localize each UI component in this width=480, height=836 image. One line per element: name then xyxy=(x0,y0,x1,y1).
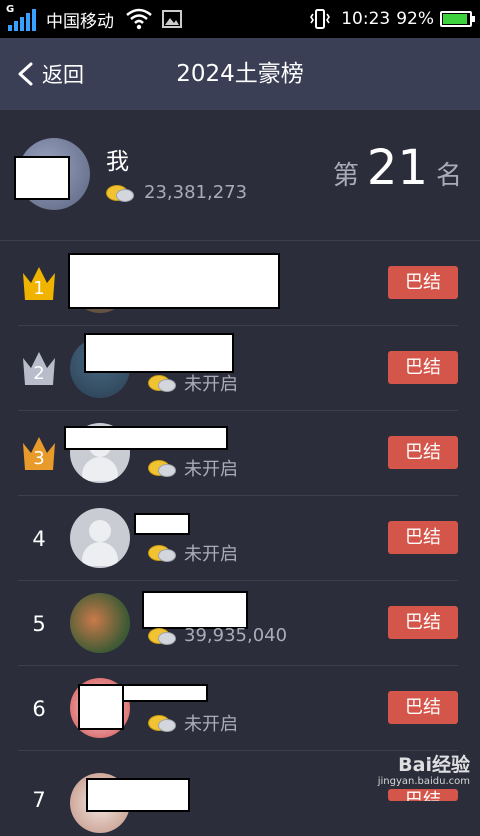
flatter-button[interactable]: 巴结 xyxy=(388,351,458,384)
rank-number: 4 xyxy=(32,526,46,551)
battery-percent: 92% xyxy=(396,9,434,29)
coins: 未开启 xyxy=(146,455,238,481)
rank-number: 1 xyxy=(33,277,45,299)
flatter-button[interactable]: 巴结 xyxy=(388,691,458,724)
default-avatar-icon[interactable] xyxy=(70,508,130,568)
my-rank-card: 我 23,381,273 第 21 名 xyxy=(0,110,480,241)
redaction-box xyxy=(142,591,248,629)
avatar[interactable] xyxy=(70,593,130,653)
redaction-box xyxy=(122,684,208,702)
rank-number: 6 xyxy=(32,696,46,721)
coin-icon xyxy=(146,459,176,477)
rank-number: 21 xyxy=(366,140,428,196)
list-item: 5 39,935,040 巴结 xyxy=(0,581,480,666)
rank-number: 2 xyxy=(33,362,45,384)
coins: 39,935,040 xyxy=(146,625,287,646)
list-item: 6 未开启 巴结 xyxy=(0,666,480,751)
my-rank: 第 21 名 xyxy=(333,140,462,196)
coins-value: 39,935,040 xyxy=(184,625,288,646)
image-notification-icon xyxy=(162,10,182,28)
status-bar: G 中国移动 10:23 92% xyxy=(0,0,480,38)
coins-value: 未开启 xyxy=(184,544,238,565)
coins: 未开启 xyxy=(146,370,238,396)
redaction-box xyxy=(68,253,280,309)
rank-number: 7 xyxy=(32,788,46,812)
coins-value: 未开启 xyxy=(184,459,238,480)
rank-suffix: 名 xyxy=(435,161,462,191)
flatter-button[interactable]: 巴结 xyxy=(388,436,458,469)
back-button[interactable]: 返回 xyxy=(16,38,84,110)
coin-icon xyxy=(104,184,134,202)
battery-icon xyxy=(440,11,475,27)
rank-number: 5 xyxy=(32,611,46,636)
carrier-name: 中国移动 xyxy=(46,11,114,32)
redaction-box xyxy=(64,426,228,450)
coin-icon xyxy=(146,627,176,645)
coins-value: 未开启 xyxy=(184,714,238,735)
redaction-box xyxy=(78,684,124,730)
flatter-button[interactable]: 巴结 xyxy=(388,521,458,554)
flatter-button[interactable]: 巴结 xyxy=(388,266,458,299)
rank-number: 3 xyxy=(33,447,45,469)
my-coins: 23,381,273 xyxy=(104,182,247,203)
clock: 10:23 xyxy=(341,9,391,29)
redaction-box xyxy=(134,513,190,535)
coins-value: 未开启 xyxy=(184,374,238,395)
coins: 未开启 xyxy=(146,540,238,566)
watermark-brand: Bai经验 xyxy=(398,754,470,776)
coin-icon xyxy=(146,374,176,392)
network-type-badge: G xyxy=(6,4,15,15)
redaction-box xyxy=(86,778,190,812)
list-item: 1 巴结 xyxy=(0,241,480,326)
rank-prefix: 第 xyxy=(332,161,359,191)
list-item: 4 未开启 巴结 xyxy=(0,496,480,581)
vibrate-icon xyxy=(310,9,331,29)
watermark-url: jingyan.baidu.com xyxy=(377,776,470,787)
watermark: Bai经验 jingyan.baidu.com xyxy=(354,746,474,796)
redaction-box xyxy=(84,333,234,373)
my-coins-value: 23,381,273 xyxy=(144,182,248,203)
back-label: 返回 xyxy=(42,63,84,87)
list-item: 3 未开启 巴结 xyxy=(0,411,480,496)
nav-bar: 返回 2024土豪榜 xyxy=(0,38,480,110)
flatter-button[interactable]: 巴结 xyxy=(388,606,458,639)
chevron-left-icon xyxy=(18,62,33,86)
my-name: 我 xyxy=(106,149,129,175)
redaction-box xyxy=(14,156,70,200)
signal-icon: G xyxy=(6,4,38,31)
coins: 未开启 xyxy=(146,710,238,736)
wifi-icon xyxy=(126,8,152,30)
list-item: 2 未开启 巴结 xyxy=(0,326,480,411)
coin-icon xyxy=(146,544,176,562)
coin-icon xyxy=(146,714,176,732)
